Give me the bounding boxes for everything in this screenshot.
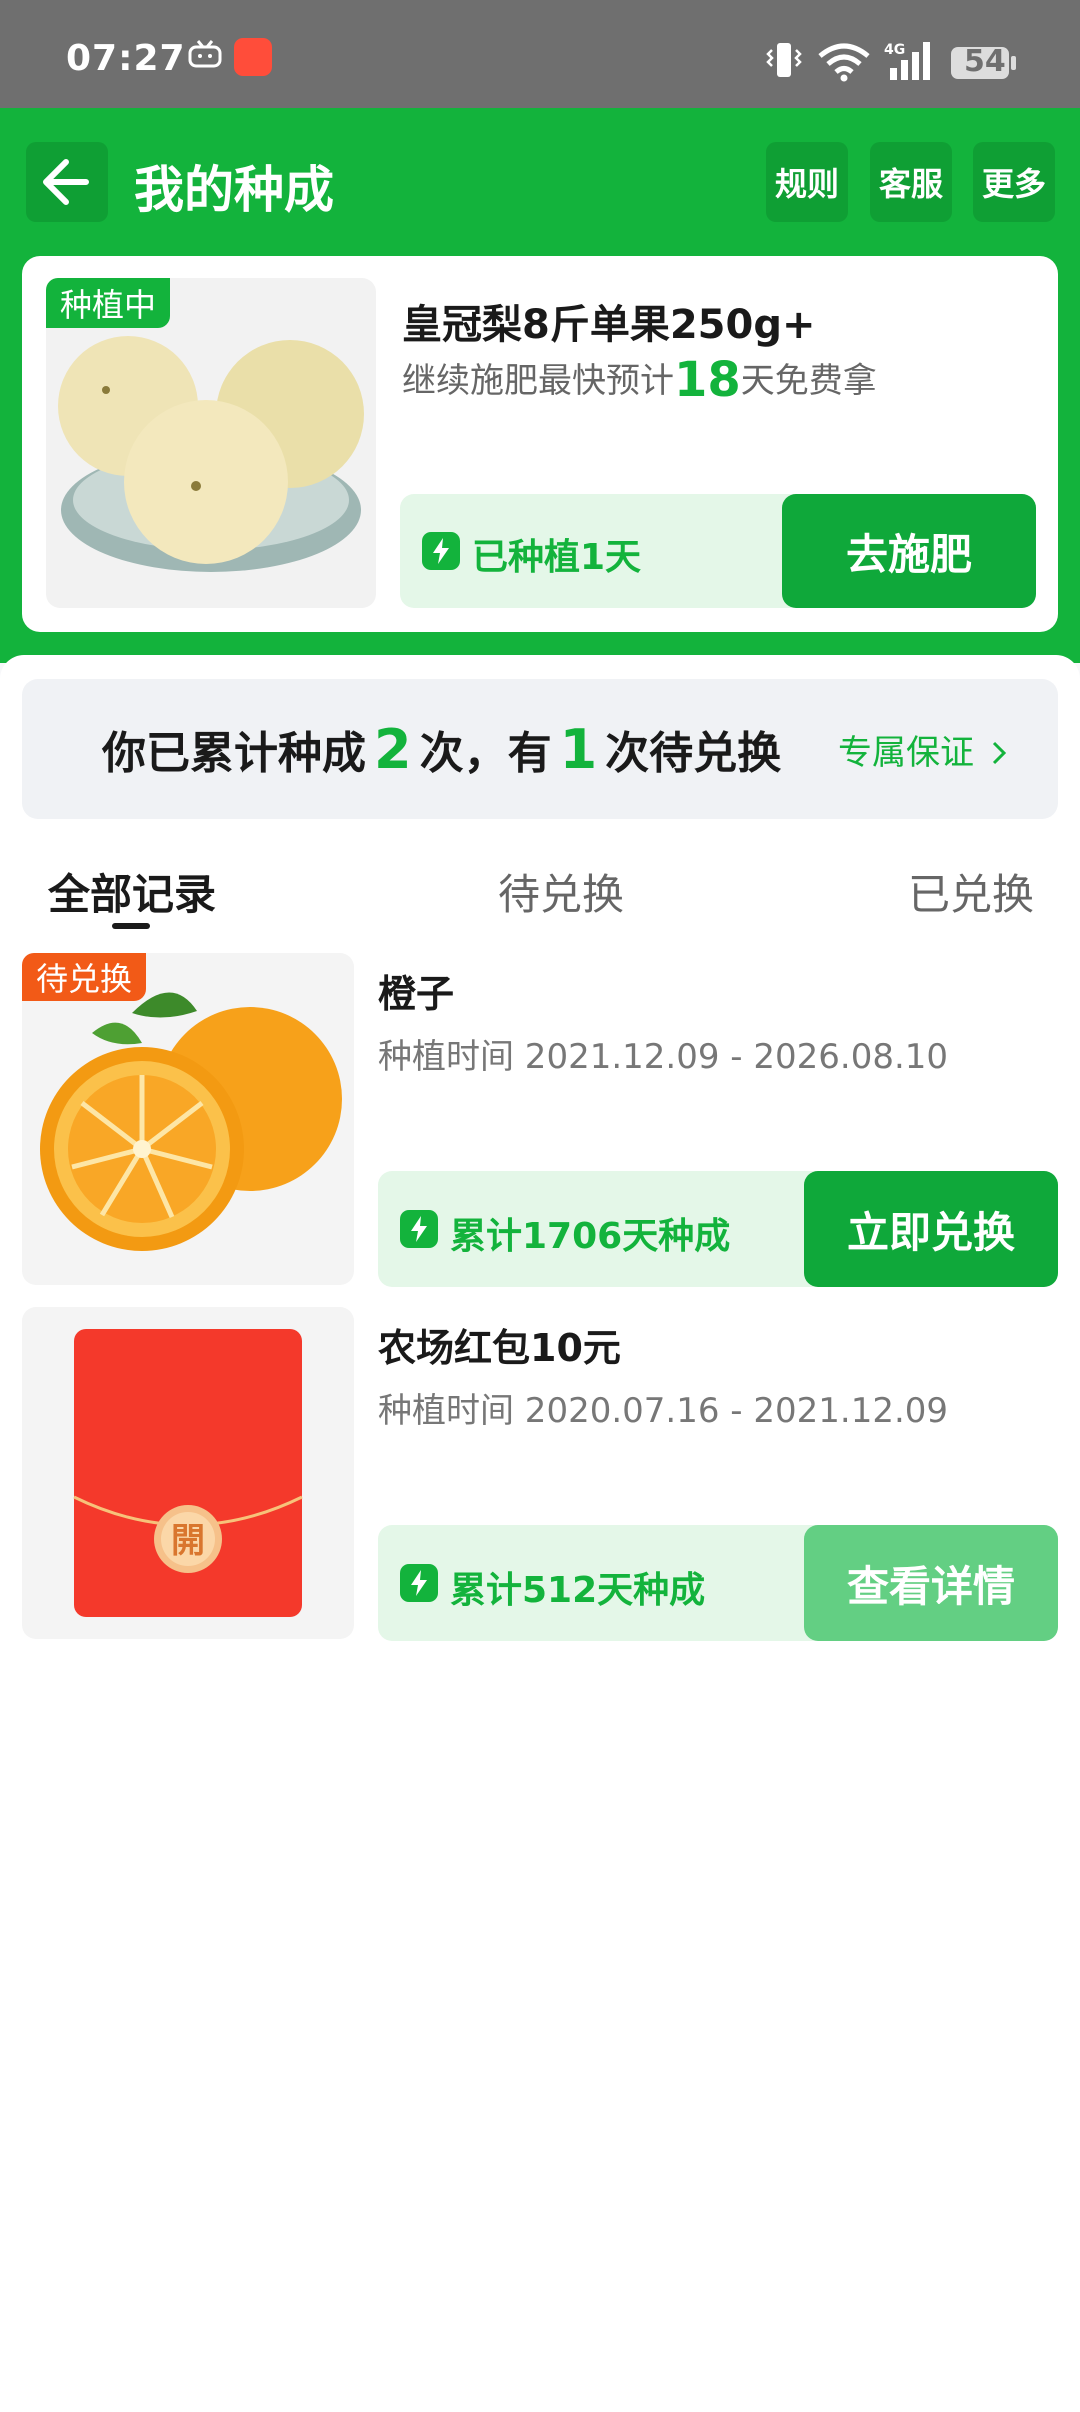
current-crop-card[interactable]: 种植中 皇冠梨8斤单果250g+ 继续施肥最快预计18天免费拿 已种植1天 去施… bbox=[22, 256, 1058, 632]
summary-part1: 你已累计种成 bbox=[102, 728, 366, 779]
estimate-prefix: 继续施肥最快预计 bbox=[402, 361, 674, 401]
crop-estimate: 继续施肥最快预计18天免费拿 bbox=[402, 352, 877, 408]
record-progress: 累计512天种成 查看详情 bbox=[378, 1525, 1058, 1641]
record-days-text: 累计1706天种成 bbox=[450, 1216, 731, 1257]
rules-button[interactable]: 规则 bbox=[766, 142, 848, 222]
status-time: 07:27 bbox=[66, 38, 186, 79]
planting-status-badge: 种植中 bbox=[46, 278, 171, 328]
fertilize-button[interactable]: 去施肥 bbox=[782, 494, 1036, 608]
orange-image bbox=[22, 953, 354, 1285]
app-badge-icon bbox=[234, 38, 272, 76]
active-tab-indicator bbox=[112, 923, 150, 929]
lightning-icon bbox=[422, 532, 460, 570]
lightning-icon bbox=[400, 1210, 438, 1248]
planted-days-text: 已种植1天 bbox=[472, 537, 642, 578]
page-title: 我的种成 bbox=[134, 161, 334, 219]
more-button[interactable]: 更多 bbox=[973, 142, 1055, 222]
pending-count: 1 bbox=[559, 718, 598, 781]
red-envelope-image: 開 bbox=[22, 1307, 354, 1639]
record-item[interactable]: 待兑换 橙子 种植时间 2021.12.09 - 2026.08.10 累计17… bbox=[22, 953, 1058, 1287]
customer-service-button[interactable]: 客服 bbox=[870, 142, 952, 222]
back-button[interactable] bbox=[26, 142, 108, 222]
pending-redeem-badge: 待兑换 bbox=[22, 953, 147, 1001]
records-panel: 你已累计种成 2 次，有 1 次待兑换 专属保证 全部记录 待兑换 已兑换 待兑换 bbox=[0, 655, 1080, 2412]
svg-text:4G: 4G bbox=[884, 42, 905, 58]
summary-part3: 次待兑换 bbox=[605, 728, 782, 779]
guarantee-link[interactable]: 专属保证 bbox=[838, 725, 1009, 774]
envelope-open-char: 開 bbox=[171, 1521, 205, 1561]
lightning-icon bbox=[400, 1564, 438, 1602]
record-item[interactable]: 開 农场红包10元 种植时间 2020.07.16 - 2021.12.09 累… bbox=[22, 1307, 1058, 1641]
view-details-button[interactable]: 查看详情 bbox=[804, 1525, 1058, 1641]
tv-icon bbox=[188, 40, 222, 68]
estimate-days: 18 bbox=[674, 352, 741, 408]
record-time: 种植时间 2020.07.16 - 2021.12.09 bbox=[378, 1391, 949, 1431]
signal-icon: 4G bbox=[884, 42, 930, 80]
record-days-text: 累计512天种成 bbox=[450, 1570, 706, 1611]
tab-pending-redeem[interactable]: 待兑换 bbox=[498, 861, 624, 922]
record-time: 种植时间 2021.12.09 - 2026.08.10 bbox=[378, 1037, 949, 1077]
summary-text: 你已累计种成 2 次，有 1 次待兑换 bbox=[102, 717, 781, 781]
crop-name: 皇冠梨8斤单果250g+ bbox=[402, 302, 816, 348]
page-header: 我的种成 规则 客服 更多 种植中 皇冠梨8斤单果250g+ 继续施肥最快预计1… bbox=[0, 108, 1080, 663]
wifi-icon bbox=[818, 43, 870, 82]
record-name: 农场红包10元 bbox=[378, 1326, 621, 1370]
battery-level: 54 bbox=[964, 44, 1006, 79]
vibrate-icon bbox=[766, 43, 802, 77]
harvest-summary: 你已累计种成 2 次，有 1 次待兑换 专属保证 bbox=[22, 679, 1058, 819]
harvest-count: 2 bbox=[374, 718, 412, 781]
chevron-right-icon bbox=[992, 741, 1006, 765]
tab-redeemed[interactable]: 已兑换 bbox=[908, 861, 1034, 922]
record-progress: 累计1706天种成 立即兑换 bbox=[378, 1171, 1058, 1287]
redeem-now-button[interactable]: 立即兑换 bbox=[804, 1171, 1058, 1287]
summary-part2: 次，有 bbox=[419, 728, 552, 779]
tab-all-records[interactable]: 全部记录 bbox=[48, 861, 216, 922]
arrow-left-icon bbox=[43, 159, 89, 205]
estimate-suffix: 天免费拿 bbox=[740, 361, 877, 401]
status-bar: 07:27 4G 54 bbox=[0, 0, 1080, 108]
planting-progress: 已种植1天 去施肥 bbox=[400, 494, 1036, 608]
guarantee-label: 专属保证 bbox=[838, 733, 974, 773]
record-name: 橙子 bbox=[378, 972, 455, 1016]
